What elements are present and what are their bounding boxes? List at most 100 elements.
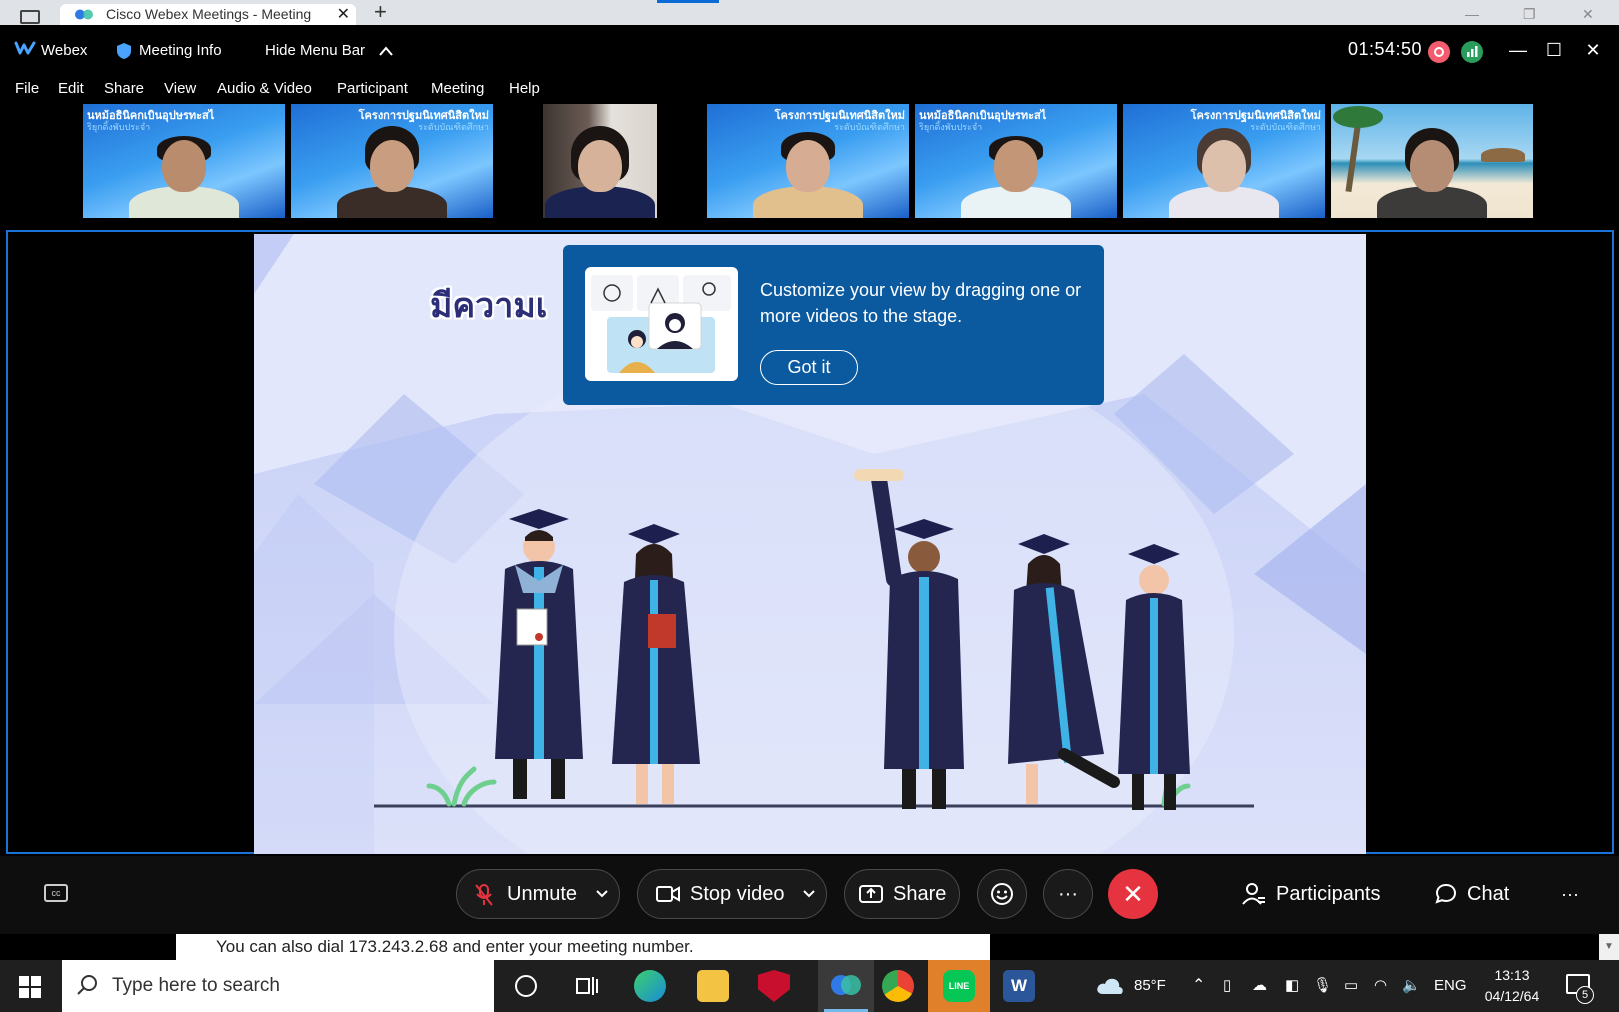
menu-view[interactable]: View	[164, 80, 196, 97]
task-view-icon[interactable]	[575, 975, 599, 997]
stop-video-label: Stop video	[690, 883, 785, 905]
more-options-button[interactable]: ···	[1043, 869, 1093, 919]
participant-video-tile[interactable]	[499, 104, 701, 218]
chevron-up-icon[interactable]	[378, 45, 394, 57]
webex-taskbar-active[interactable]	[818, 960, 874, 1012]
recording-icon[interactable]	[1428, 41, 1450, 63]
line-app-icon: LINE	[943, 970, 975, 1002]
menu-share[interactable]: Share	[104, 80, 144, 97]
participant-video-tile[interactable]	[1331, 104, 1533, 218]
chat-label: Chat	[1467, 883, 1510, 905]
meeting-timer: 01:54:50	[1348, 39, 1423, 59]
shield-icon	[117, 43, 131, 59]
microphone-icon[interactable]: 🎙	[1313, 960, 1332, 1012]
menu-audio-video[interactable]: Audio & Video	[217, 80, 312, 97]
webex-logo-icon	[14, 41, 36, 55]
smiley-icon	[991, 883, 1013, 905]
battery-icon[interactable]: ▭	[1344, 960, 1358, 1012]
tab-actions-icon[interactable]	[20, 10, 40, 24]
search-placeholder: Type here to search	[112, 975, 280, 996]
slide-title: มีความเ	[430, 287, 548, 325]
windows-start-icon[interactable]	[19, 976, 41, 998]
usb-icon[interactable]: ▯	[1223, 960, 1231, 1012]
network-health-icon[interactable]	[1461, 41, 1483, 63]
participants-icon	[1242, 883, 1265, 905]
reactions-button[interactable]	[977, 869, 1027, 919]
tile-banner-subtext: ระดับบัณฑิตศึกษา	[1250, 122, 1321, 132]
file-explorer-icon[interactable]	[697, 970, 729, 1002]
got-it-button[interactable]: Got it	[760, 350, 858, 385]
captions-icon[interactable]: cc	[44, 884, 68, 902]
share-label: Share	[893, 883, 947, 905]
menu-bar: File Edit Share View Audio & Video Parti…	[0, 77, 1619, 105]
onedrive-warning-icon[interactable]: ☁	[1252, 960, 1267, 1012]
meeting-controls: cc Unmute Stop video Share ··· ✕ Partici…	[0, 856, 1619, 934]
menu-participant[interactable]: Participant	[337, 80, 408, 97]
chevron-down-icon[interactable]	[595, 889, 609, 899]
dial-info-text: You can also dial 173.243.2.68 and enter…	[176, 934, 990, 960]
line-taskbar-active[interactable]: LINE	[928, 960, 990, 1012]
windows-taskbar: Type here to search LINE W 85°F ⌃ ▯ ☁ ◧ …	[0, 960, 1619, 1012]
muted-mic-icon	[475, 884, 493, 906]
loading-indicator	[657, 0, 719, 3]
tile-banner-subtext: ระดับบัณฑิตศึกษา	[834, 122, 905, 132]
taskbar-search-box[interactable]: Type here to search	[62, 960, 494, 1012]
chat-icon	[1435, 883, 1457, 904]
webex-app-icon	[831, 975, 861, 995]
volume-icon[interactable]: 🔈	[1402, 960, 1421, 1012]
unmute-label: Unmute	[507, 883, 578, 905]
cortana-icon[interactable]	[515, 975, 537, 997]
participant-video-tile[interactable]: โครงการปฐมนิเทศนิสิตใหม่ ระดับบัณฑิตศึกษ…	[1123, 104, 1325, 218]
new-tab-button[interactable]: +	[374, 1, 387, 23]
end-meeting-button[interactable]: ✕	[1108, 869, 1158, 919]
minimize-icon[interactable]: —	[1503, 35, 1533, 65]
maximize-icon[interactable]: ☐	[1539, 35, 1569, 65]
weather-cloud-icon[interactable]	[1095, 976, 1125, 996]
overflow-menu-button[interactable]: ···	[1561, 869, 1579, 919]
participant-video-tile[interactable]: นหม้อธินิคกเบินอุปษรทะสไ ริยุกดิ้งพับประ…	[915, 104, 1117, 218]
word-icon[interactable]: W	[1003, 970, 1035, 1002]
language-indicator[interactable]: ENG	[1434, 960, 1467, 1012]
close-window-icon[interactable]: ✕	[1578, 35, 1608, 65]
browser-close-icon[interactable]: ✕	[1582, 6, 1594, 23]
customize-view-tooltip: Customize your view by dragging one or m…	[563, 245, 1104, 405]
app-name: Webex	[41, 42, 88, 59]
participant-video-tile[interactable]: โครงการปฐมนิเทศนิสิตใหม่ ระดับบัณฑิตศึกษ…	[291, 104, 493, 218]
weather-temperature[interactable]: 85°F	[1134, 960, 1166, 1012]
tooltip-message: Customize your view by dragging one or m…	[760, 280, 1082, 326]
close-tab-icon[interactable]: ✕	[337, 4, 350, 25]
edge-browser-icon[interactable]	[634, 970, 666, 1002]
share-screen-icon	[859, 885, 883, 903]
clock[interactable]: 13:13 04/12/64	[1478, 965, 1546, 1007]
clock-date: 04/12/64	[1484, 988, 1540, 1004]
clock-time: 13:13	[1494, 967, 1530, 983]
wifi-icon[interactable]: ◠	[1374, 960, 1387, 1012]
browser-tab[interactable]: Cisco Webex Meetings - Meeting ✕	[60, 4, 356, 25]
tile-banner-subtext: ริยุกดิ้งพับประจำ	[87, 122, 151, 132]
video-filmstrip: นหม้อธินิคกเบินอุปษรทะสไ ริยุกดิ้งพับประ…	[0, 104, 1619, 220]
notification-count-badge: 5	[1576, 986, 1594, 1004]
chrome-icon[interactable]	[882, 970, 914, 1002]
show-hidden-icons-icon[interactable]: ⌃	[1192, 960, 1205, 1012]
menu-help[interactable]: Help	[509, 80, 540, 97]
menu-edit[interactable]: Edit	[58, 80, 84, 97]
webex-favicon-icon	[75, 9, 93, 20]
scroll-down-icon[interactable]: ▼	[1599, 934, 1619, 960]
meeting-info-button[interactable]: Meeting Info	[139, 25, 222, 77]
participant-video-tile[interactable]: นหม้อธินิคกเบินอุปษรทะสไ ริยุกดิ้งพับประ…	[83, 104, 285, 218]
participant-video-tile[interactable]: โครงการปฐมนิเทศนิสิตใหม่ ระดับบัณฑิตศึกษ…	[707, 104, 909, 218]
dial-info-strip: You can also dial 173.243.2.68 and enter…	[0, 934, 1619, 960]
menu-file[interactable]: File	[15, 80, 39, 97]
participants-label: Participants	[1276, 883, 1381, 905]
browser-restore-icon[interactable]: ❐	[1523, 6, 1536, 23]
browser-tab-strip: Cisco Webex Meetings - Meeting ✕ + — ❐ ✕	[0, 0, 1619, 25]
meet-now-icon[interactable]: ◧	[1285, 960, 1299, 1012]
stop-video-button[interactable]: Stop video	[637, 869, 827, 919]
mcafee-icon[interactable]	[758, 970, 790, 1002]
unmute-button[interactable]: Unmute	[456, 869, 620, 919]
browser-minimize-icon[interactable]: —	[1465, 6, 1479, 22]
menu-meeting[interactable]: Meeting	[431, 80, 484, 97]
chevron-down-icon[interactable]	[802, 889, 816, 899]
share-button[interactable]: Share	[844, 869, 960, 919]
hide-menu-bar-button[interactable]: Hide Menu Bar	[265, 25, 365, 77]
